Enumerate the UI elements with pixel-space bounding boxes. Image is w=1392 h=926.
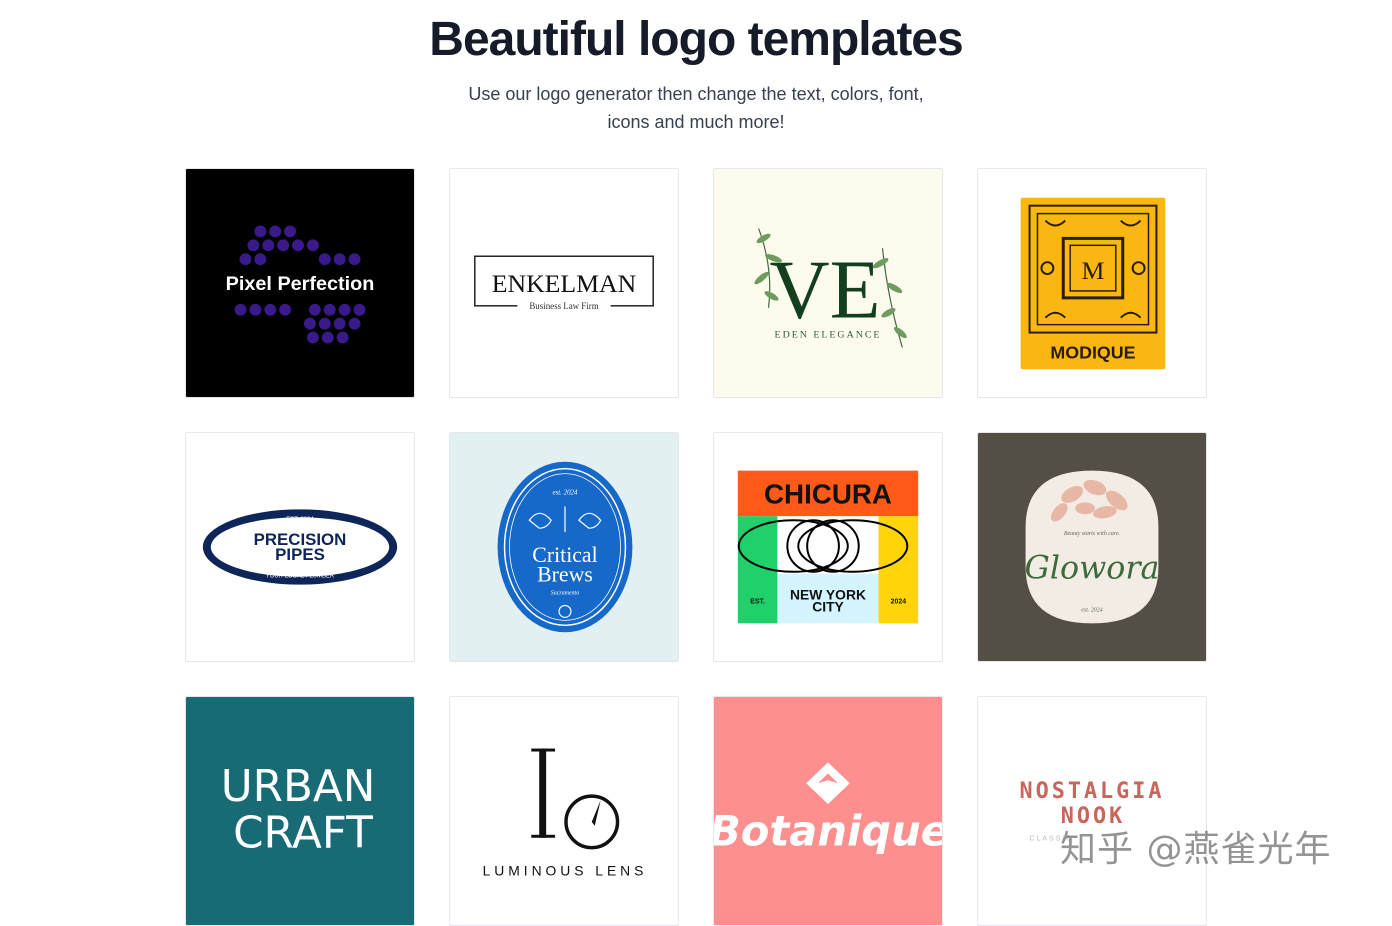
- eden-elegance-logo: VE EDEN ELEGANCE: [714, 169, 942, 397]
- glowora-name: Glowora: [1025, 551, 1160, 587]
- template-card-botanique[interactable]: Botanique: [713, 696, 943, 926]
- luminous-lens-name: LUMINOUS LENS: [483, 862, 648, 878]
- enkelman-logo: ENKELMAN Business Law Firm: [450, 169, 678, 397]
- chicura-est: EST.: [750, 599, 765, 606]
- eden-monogram: VE: [770, 245, 881, 337]
- template-card-eden-elegance[interactable]: VE EDEN ELEGANCE: [713, 168, 943, 398]
- template-card-urban-craft[interactable]: URBAN CRAFT: [185, 696, 415, 926]
- nostalgia-name-line1: NOSTALGIA: [1020, 779, 1165, 804]
- pixel-perfection-name: Pixel Perfection: [226, 273, 375, 295]
- urban-craft-line1: URBAN: [221, 762, 376, 812]
- critical-brews-logo: est. 2024 Critical Brews Sacramento: [450, 433, 678, 661]
- critical-city: Sacramento: [551, 591, 579, 597]
- precision-est: EST. 2024: [286, 517, 314, 523]
- modique-name: MODIQUE: [1050, 342, 1135, 362]
- enkelman-name: ENKELMAN: [492, 269, 637, 298]
- template-card-luminous-lens[interactable]: LUMINOUS LENS: [449, 696, 679, 926]
- precision-name-line2: PIPES: [275, 545, 325, 564]
- template-card-glowora[interactable]: Beauty starts with care. Glowora est. 20…: [977, 432, 1207, 662]
- template-card-modique[interactable]: M MODIQUE: [977, 168, 1207, 398]
- chicura-year: 2024: [891, 599, 907, 606]
- pixel-perfection-logo: Pixel Perfection: [186, 169, 414, 397]
- botanique-logo: Botanique: [714, 697, 942, 925]
- template-card-critical-brews[interactable]: est. 2024 Critical Brews Sacramento: [449, 432, 679, 662]
- watermark: 知乎 @燕雀光年: [1060, 829, 1332, 870]
- critical-name-line2: Brews: [537, 563, 593, 587]
- page-title: Beautiful logo templates: [429, 13, 963, 66]
- enkelman-tagline: Business Law Firm: [529, 301, 598, 311]
- urban-craft-logo: URBAN CRAFT: [186, 697, 414, 925]
- precision-pipes-logo: EST. 2024 PRECISION PIPES YOUR LOCAL PLU…: [186, 433, 414, 661]
- urban-craft-line2: CRAFT: [233, 809, 373, 859]
- template-card-pixel-perfection[interactable]: Pixel Perfection: [185, 168, 415, 398]
- chicura-name: CHICURA: [764, 478, 892, 509]
- page-subtitle: Use our logo generator then change the t…: [468, 84, 924, 132]
- modique-monogram: M: [1082, 256, 1105, 285]
- chicura-city-line2: CITY: [812, 598, 844, 614]
- chicura-logo: CHICURA NEW YORK CITY EST. 2024: [714, 433, 942, 661]
- nostalgia-nook-logo: NOSTALGIA NOOK CLASSIC: [978, 697, 1206, 925]
- template-card-nostalgia-nook[interactable]: NOSTALGIA NOOK CLASSIC: [977, 696, 1207, 926]
- botanique-name: Botanique: [714, 807, 942, 856]
- template-card-chicura[interactable]: CHICURA NEW YORK CITY EST. 2024: [713, 432, 943, 662]
- precision-tagline: YOUR LOCAL PLUMBER: [266, 574, 335, 580]
- template-card-enkelman[interactable]: ENKELMAN Business Law Firm: [449, 168, 679, 398]
- template-card-precision-pipes[interactable]: EST. 2024 PRECISION PIPES YOUR LOCAL PLU…: [185, 432, 415, 662]
- glowora-est: est. 2024: [1081, 606, 1102, 613]
- eden-tagline: EDEN ELEGANCE: [775, 330, 882, 341]
- glowora-tagline: Beauty starts with care.: [1064, 531, 1120, 537]
- critical-est: est. 2024: [552, 489, 578, 496]
- luminous-lens-logo: LUMINOUS LENS: [450, 697, 678, 925]
- modique-logo: M MODIQUE: [978, 169, 1206, 397]
- glowora-logo: Beauty starts with care. Glowora est. 20…: [978, 433, 1206, 661]
